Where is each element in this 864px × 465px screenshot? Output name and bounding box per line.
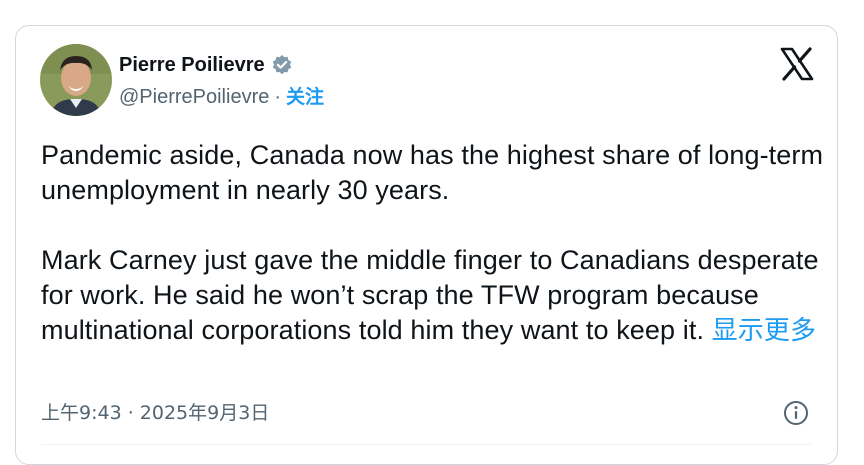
show-more-link[interactable]: 显示更多 (712, 316, 816, 346)
follow-button[interactable]: 关注 (286, 84, 324, 110)
divider (41, 444, 812, 445)
tweet-timestamp[interactable]: 上午9:43 · 2025年9月3日 (41, 400, 269, 426)
tweet-text: Pandemic aside, Canada now has the highe… (41, 138, 831, 349)
verified-badge-icon (271, 54, 293, 76)
tweet-paragraph-1: Pandemic aside, Canada now has the highe… (41, 140, 824, 205)
display-name[interactable]: Pierre Poilievre (119, 52, 265, 78)
separator-dot: · (274, 86, 282, 108)
author-name-row: Pierre Poilievre (119, 52, 293, 78)
x-logo-icon[interactable] (779, 46, 815, 82)
tweet-paragraph-2: Mark Carney just gave the middle finger … (41, 243, 831, 349)
tweet-card: Pierre Poilievre @PierrePoilievre · 关注 P… (15, 25, 838, 465)
avatar[interactable] (40, 44, 112, 116)
info-icon[interactable] (783, 400, 809, 426)
tweet-paragraph-2-text: Mark Carney just gave the middle finger … (41, 245, 819, 345)
author-handle[interactable]: @PierrePoilievre (119, 84, 269, 110)
handle-row: @PierrePoilievre · 关注 (119, 84, 324, 110)
